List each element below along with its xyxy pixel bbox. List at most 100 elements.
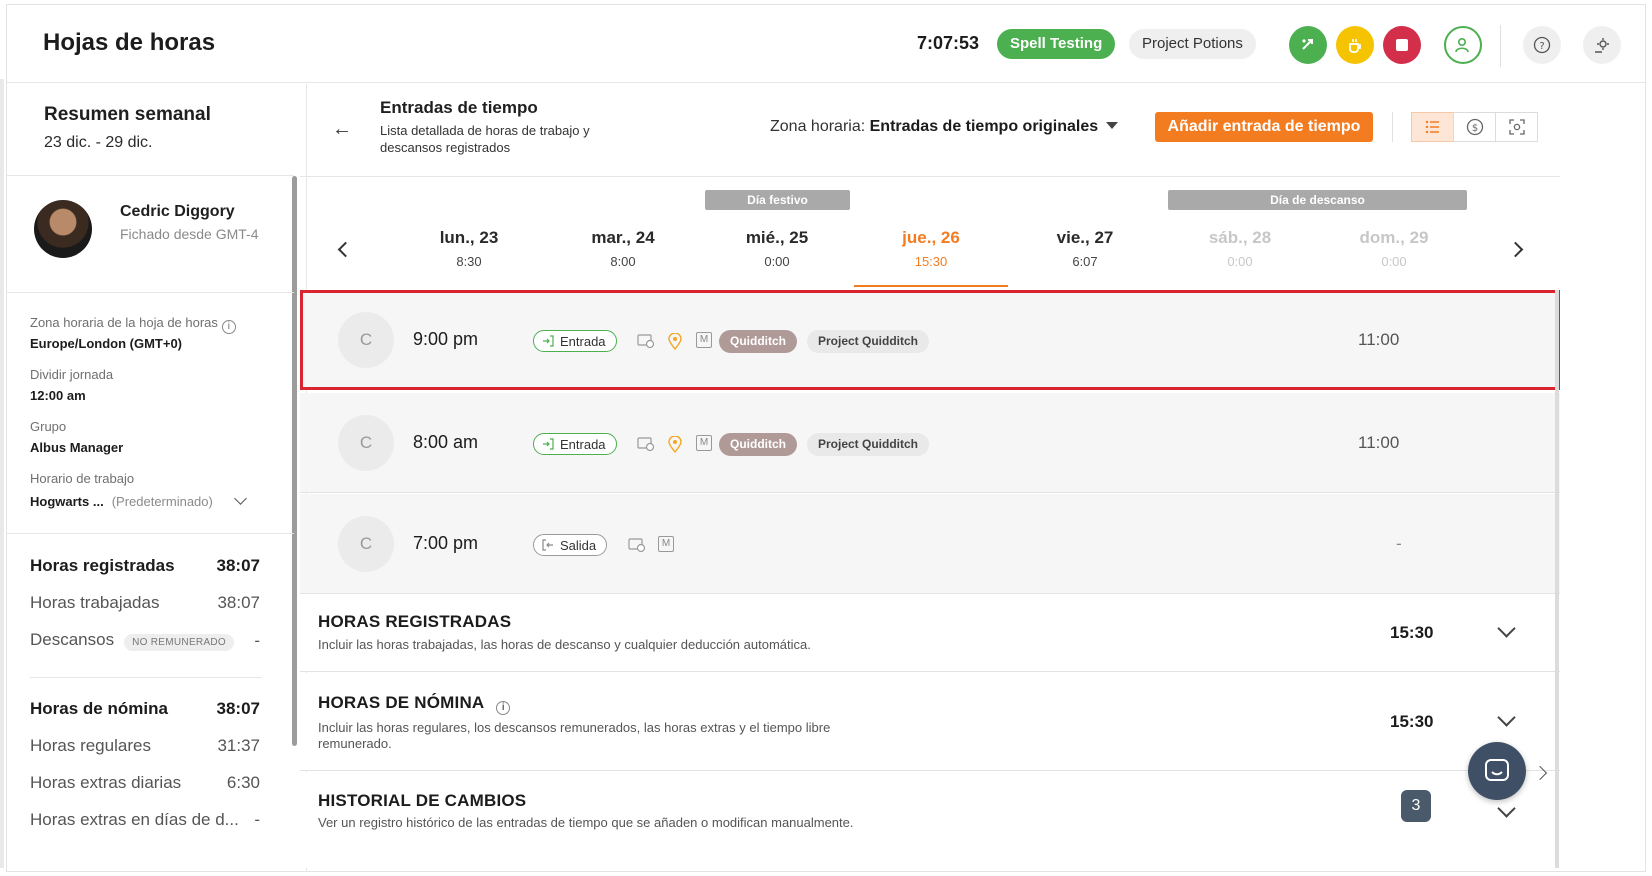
section-description: Ver un registro histórico de las entrada… — [318, 815, 854, 830]
day-hours: 15:30 — [914, 254, 948, 269]
stat-value: - — [254, 630, 260, 650]
swap-icon — [1302, 39, 1313, 50]
entry-type: Entrada — [560, 436, 606, 452]
user-clocked-from: Fichado desde GMT-4 — [120, 226, 259, 242]
entry-time: 9:00 pm — [413, 329, 479, 349]
stop-button[interactable] — [1383, 26, 1421, 64]
stat-value: 6:30 — [226, 773, 260, 792]
timezone-select-value: Entradas de tiempo originales — [869, 118, 1099, 135]
entry-avatar: C — [338, 415, 394, 471]
change-history-section[interactable]: HISTORIAL DE CAMBIOS Ver un registro his… — [300, 772, 1560, 868]
entry-type: Entrada — [560, 333, 606, 349]
chat-support-button[interactable] — [1468, 742, 1526, 800]
stat-label: Horas regulares — [30, 736, 151, 755]
breaks-label-group: Descansos NO REMUNERADO — [30, 630, 235, 651]
time-entry-row[interactable]: C 8:00 am Entrada M Quidditch Project Qu… — [300, 393, 1560, 493]
location-pin-icon[interactable] — [666, 332, 684, 350]
time-entry-row[interactable]: C 9:00 pm Entrada M Quidditch Project Qu… — [300, 290, 1560, 390]
location-pin-icon[interactable] — [666, 435, 684, 453]
section-title-text: HORAS DE NÓMINA — [318, 693, 485, 712]
sidebar-left-track — [0, 79, 4, 868]
entry-duration: - — [1396, 534, 1402, 553]
current-project-pill[interactable]: Project Potions — [1129, 29, 1256, 59]
clock-out-pill: Salida — [533, 534, 608, 556]
split-day-label: Dividir jornada — [30, 367, 114, 382]
day-name: mié., 25 — [745, 228, 809, 247]
help-button[interactable]: ? — [1523, 26, 1561, 64]
regular-hours-row: Horas regulares 31:37 — [30, 736, 260, 756]
web-device-icon — [637, 435, 655, 453]
divider — [1500, 25, 1501, 67]
work-schedule-value[interactable]: Hogwarts ... (Predeterminado) — [30, 494, 213, 509]
user-name: Cedric Diggory — [120, 203, 235, 220]
week-range: 23 dic. - 29 dic. — [44, 134, 153, 151]
web-device-icon — [637, 332, 655, 350]
time-entries-subtitle: Lista detallada de horas de trabajo y de… — [380, 123, 590, 155]
day-tab-saturday[interactable]: sáb., 28 0:00 — [1180, 228, 1300, 269]
day-name: vie., 27 — [1056, 228, 1114, 247]
settings-button[interactable] — [1583, 26, 1621, 64]
timezone-select-label: Zona horaria: — [770, 118, 866, 135]
rest-day-overtime-row: Horas extras en días de d... - — [30, 810, 260, 830]
list-icon — [1425, 120, 1439, 134]
chat-icon — [1485, 759, 1509, 781]
back-arrow-icon[interactable]: ← — [332, 118, 352, 141]
day-tab-monday[interactable]: lun., 23 8:30 — [409, 228, 529, 269]
unpaid-badge: NO REMUNERADO — [124, 634, 235, 651]
timer-clock: 7:07:53 — [917, 33, 980, 53]
stat-value: 31:37 — [217, 736, 260, 755]
day-hours: 0:00 — [1227, 254, 1253, 269]
sidebar-scrollbar[interactable] — [292, 176, 297, 746]
manual-entry-icon: M — [696, 332, 712, 348]
day-hours: 6:07 — [1072, 254, 1098, 269]
timezone-select[interactable]: Zona horaria: Entradas de tiempo origina… — [770, 118, 1119, 136]
entry-avatar: C — [338, 516, 394, 572]
info-icon[interactable]: i — [496, 701, 511, 715]
current-activity-pill[interactable]: Spell Testing — [997, 29, 1116, 59]
manual-entry-icon: M — [658, 536, 674, 552]
day-name: dom., 29 — [1359, 228, 1429, 247]
entry-duration: 11:00 — [1358, 433, 1400, 452]
rest-day-tag: Día de descanso — [1168, 190, 1467, 210]
day-tab-wednesday[interactable]: mié., 25 0:00 — [717, 228, 837, 269]
project-tag: Project Quidditch — [807, 330, 930, 353]
break-button[interactable] — [1336, 26, 1374, 64]
svg-text:$: $ — [1471, 123, 1477, 134]
day-tab-sunday[interactable]: dom., 29 0:00 — [1334, 228, 1454, 269]
gear-icon — [1595, 38, 1609, 53]
day-hours: 8:00 — [610, 254, 636, 269]
web-device-icon — [628, 536, 646, 554]
day-name: mar., 24 — [591, 228, 655, 247]
day-tab-tuesday[interactable]: mar., 24 8:00 — [563, 228, 683, 269]
payroll-hours-section[interactable]: HORAS DE NÓMINA i Incluir las horas regul… — [300, 673, 1560, 771]
notification-count-badge[interactable]: 3 — [1401, 790, 1431, 822]
info-icon[interactable]: i — [221, 320, 236, 334]
timezone-label-text: Zona horaria de la hoja de horas — [30, 315, 218, 330]
section-title: HORAS REGISTRADAS — [318, 612, 512, 631]
time-entry-row[interactable]: C 7:00 pm Salida M - — [300, 494, 1560, 594]
screenshot-icon — [1508, 119, 1525, 135]
screenshot-view-toggle[interactable] — [1495, 112, 1538, 142]
stat-value: 38:07 — [216, 699, 260, 718]
divider — [1392, 112, 1393, 142]
chevron-down-icon[interactable] — [1497, 708, 1516, 727]
weekly-summary-title: Resumen semanal — [44, 104, 211, 125]
stat-value: 38:07 — [216, 556, 260, 575]
stat-label: Horas extras en días de d... — [30, 810, 239, 829]
entry-type: Salida — [560, 537, 597, 553]
section-value: 15:30 — [1390, 712, 1434, 731]
day-tab-thursday[interactable]: jue., 26 15:30 — [871, 228, 991, 269]
main-scrollbar[interactable] — [1555, 290, 1559, 868]
list-view-toggle[interactable] — [1411, 112, 1454, 142]
user-profile-button[interactable] — [1444, 26, 1482, 64]
registered-hours-section[interactable]: HORAS REGISTRADAS Incluir las horas trab… — [300, 594, 1560, 672]
cost-view-toggle[interactable]: $ — [1453, 112, 1496, 142]
day-tab-friday[interactable]: vie., 27 6:07 — [1025, 228, 1145, 269]
add-time-entry-button[interactable]: Añadir entrada de tiempo — [1155, 112, 1373, 142]
section-description: Incluir las horas regulares, los descans… — [318, 720, 831, 751]
switch-activity-button[interactable] — [1289, 26, 1327, 64]
chevron-down-icon[interactable] — [1497, 619, 1516, 638]
day-hours: 0:00 — [764, 254, 790, 269]
chevron-down-icon[interactable] — [1497, 799, 1516, 818]
daily-overtime-row: Horas extras diarias 6:30 — [30, 773, 260, 793]
